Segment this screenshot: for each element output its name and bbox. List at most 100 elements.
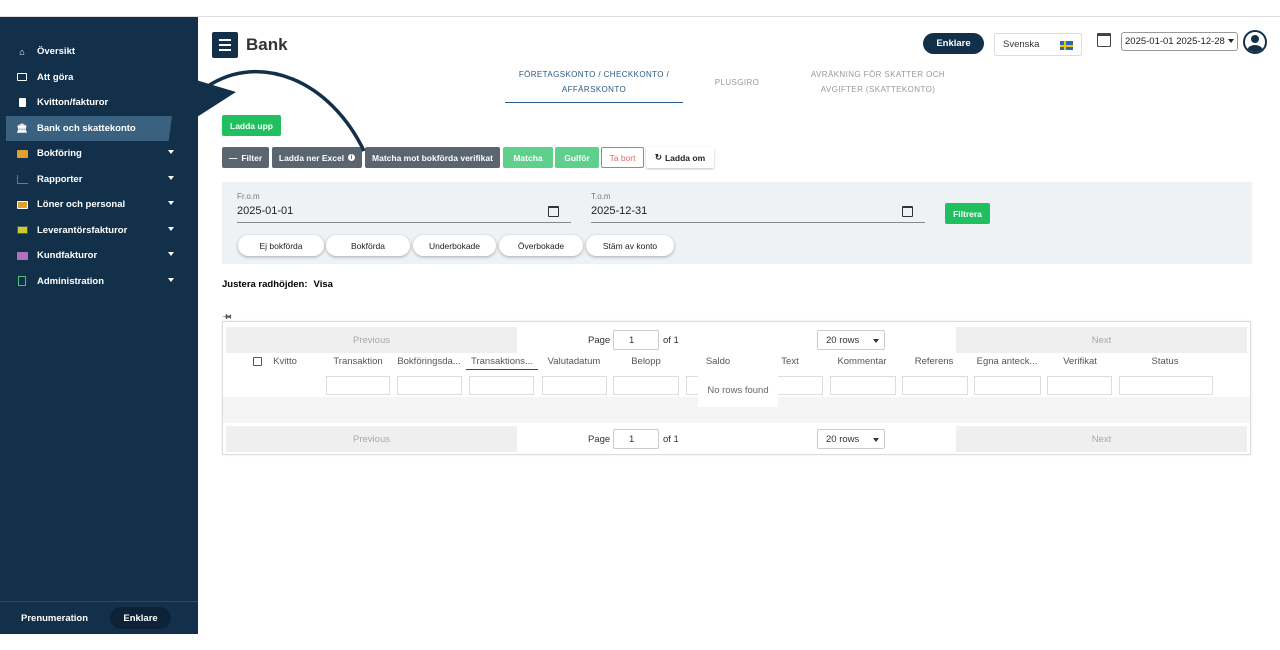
filter-button[interactable]: — Filter xyxy=(222,147,269,168)
column-valutadatum[interactable]: Valutadatum xyxy=(541,356,607,367)
subscription-plan-button[interactable]: Enklare xyxy=(110,607,172,629)
sidebar-item-label: Rapporter xyxy=(37,173,83,185)
gulfor-button[interactable]: Gulför xyxy=(555,147,599,168)
page-count: of 1 xyxy=(663,433,679,445)
column-kommentar[interactable]: Kommentar xyxy=(829,356,895,367)
page-input[interactable]: 1 xyxy=(613,429,659,449)
filter-input[interactable] xyxy=(397,376,462,395)
reload-button[interactable]: ↻ Ladda om xyxy=(646,147,714,168)
previous-button[interactable]: Previous xyxy=(226,327,517,353)
page-input[interactable]: 1 xyxy=(613,330,659,350)
sidebar-item-administration[interactable]: Administration xyxy=(0,269,198,295)
apply-filter-button[interactable]: Filtrera xyxy=(945,203,990,224)
match-button[interactable]: Matcha xyxy=(503,147,553,168)
pill-overbokade[interactable]: Överbokade xyxy=(499,235,583,256)
filter-input[interactable] xyxy=(902,376,968,395)
pill-bokforda[interactable]: Bokförda xyxy=(326,235,410,256)
sidebar-item-oversikt[interactable]: ⌂ Översikt xyxy=(0,39,198,65)
plan-badge-button[interactable]: Enklare xyxy=(923,33,984,54)
chevron-down-icon xyxy=(168,175,174,180)
download-excel-button[interactable]: Ladda ner Excel i xyxy=(272,147,362,168)
document-icon xyxy=(18,98,26,108)
page-count: of 1 xyxy=(663,334,679,346)
date-range-select[interactable]: 2025-01-01 2025-12-28 xyxy=(1121,32,1238,51)
column-verifikat[interactable]: Verifikat xyxy=(1047,356,1113,367)
sidebar-item-kvitton[interactable]: Kvitton/fakturor xyxy=(0,90,198,116)
supplier-icon xyxy=(16,226,28,235)
sidebar-item-label: Administration xyxy=(37,275,105,287)
from-date-label: Fr.o.m xyxy=(237,192,260,201)
pagination-top: Previous Page 1 of 1 20 rows Next xyxy=(223,325,1250,355)
column-transaktionsdatum[interactable]: Transaktions... xyxy=(466,356,538,370)
card-icon xyxy=(16,200,28,209)
calendar-icon[interactable] xyxy=(902,206,913,217)
column-saldo[interactable]: Saldo xyxy=(685,356,751,367)
pill-ej-bokforda[interactable]: Ej bokförda xyxy=(238,235,324,256)
column-transaktion[interactable]: Transaktion xyxy=(327,356,389,367)
column-text[interactable]: Text xyxy=(757,356,823,367)
column-status[interactable]: Status xyxy=(1119,356,1211,367)
previous-button[interactable]: Previous xyxy=(226,426,517,452)
row-height-toggle[interactable]: Visa xyxy=(314,279,333,290)
sidebar: ⌂ Översikt Att göra Kvitton/fakturor 🏛 B… xyxy=(0,17,198,634)
delete-button[interactable]: Ta bort xyxy=(601,147,644,168)
app-frame: ⌂ Översikt Att göra Kvitton/fakturor 🏛 B… xyxy=(0,16,1280,634)
filter-input[interactable] xyxy=(1047,376,1112,395)
sidebar-item-label: Bank och skattekonto xyxy=(37,122,136,134)
next-button[interactable]: Next xyxy=(956,327,1247,353)
sidebar-item-kundfakturor[interactable]: Kundfakturor xyxy=(0,243,198,269)
sidebar-item-rapporter[interactable]: Rapporter xyxy=(0,167,198,193)
filter-input[interactable] xyxy=(1119,376,1213,395)
filter-input[interactable] xyxy=(469,376,534,395)
chart-icon xyxy=(16,174,28,184)
sidebar-item-bank[interactable]: 🏛 Bank och skattekonto xyxy=(6,115,172,141)
list-icon xyxy=(17,73,27,82)
pill-stam-av-konto[interactable]: Stäm av konto xyxy=(586,235,674,256)
row-height-control: Justera radhöjden: Visa xyxy=(222,279,333,290)
chevron-down-icon xyxy=(1228,39,1234,43)
admin-icon xyxy=(18,276,26,287)
filter-input[interactable] xyxy=(830,376,896,395)
column-egna-anteckningar[interactable]: Egna anteck... xyxy=(973,356,1041,367)
rows-select[interactable]: 20 rows xyxy=(817,429,885,449)
column-belopp[interactable]: Belopp xyxy=(613,356,679,367)
pill-underbokade[interactable]: Underbokade xyxy=(413,235,496,256)
column-kvitto[interactable]: Kvitto xyxy=(267,356,303,367)
match-verified-button[interactable]: Matcha mot bokförda verifikat xyxy=(365,147,500,168)
sidebar-item-loner[interactable]: Löner och personal xyxy=(0,192,198,218)
calendar-icon[interactable] xyxy=(548,206,559,217)
sidebar-item-att-gora[interactable]: Att göra xyxy=(0,65,198,91)
menu-toggle-button[interactable] xyxy=(212,32,238,58)
chevron-down-icon xyxy=(168,201,174,205)
tab-plusgiro[interactable]: PLUSGIRO xyxy=(694,75,780,90)
tab-foretagskonto[interactable]: FÖRETAGSKONTO / CHECKKONTO / AFFÄRSKONTO xyxy=(505,67,683,103)
column-bokforingsdatum[interactable]: Bokföringsda... xyxy=(395,356,463,367)
subscription-bar: Prenumeration Enklare xyxy=(0,601,198,634)
chevron-down-icon xyxy=(168,226,174,231)
rows-value: 20 rows xyxy=(826,433,860,445)
sidebar-nav: ⌂ Översikt Att göra Kvitton/fakturor 🏛 B… xyxy=(0,39,198,294)
date-range-value: 2025-01-01 2025-12-28 xyxy=(1125,36,1225,47)
user-avatar-icon[interactable] xyxy=(1243,30,1267,54)
sidebar-item-bokforing[interactable]: Bokföring xyxy=(0,141,198,167)
page-label: Page xyxy=(588,433,611,445)
column-referens[interactable]: Referens xyxy=(901,356,967,367)
page-title: Bank xyxy=(246,35,288,54)
to-date-input[interactable]: 2025-12-31 xyxy=(591,205,925,223)
next-button[interactable]: Next xyxy=(956,426,1247,452)
filter-input[interactable] xyxy=(613,376,679,395)
from-date-input[interactable]: 2025-01-01 xyxy=(237,205,571,223)
calendar-icon[interactable] xyxy=(1097,33,1111,47)
filter-input[interactable] xyxy=(974,376,1041,395)
rows-select[interactable]: 20 rows xyxy=(817,330,885,350)
select-all-checkbox[interactable] xyxy=(253,357,262,366)
filter-input[interactable] xyxy=(326,376,390,395)
sidebar-item-label: Att göra xyxy=(37,71,74,83)
filter-input[interactable] xyxy=(542,376,607,395)
tab-skattekonto[interactable]: AVRÄKNING FÖR SKATTER OCH AVGIFTER (SKAT… xyxy=(798,67,958,97)
language-select[interactable]: Svenska xyxy=(994,33,1082,56)
sidebar-item-label: Bokföring xyxy=(37,148,82,160)
book-icon xyxy=(16,149,28,158)
sidebar-item-leverantorsfakturor[interactable]: Leverantörsfakturor xyxy=(0,218,198,244)
upload-button[interactable]: Ladda upp xyxy=(222,115,281,136)
